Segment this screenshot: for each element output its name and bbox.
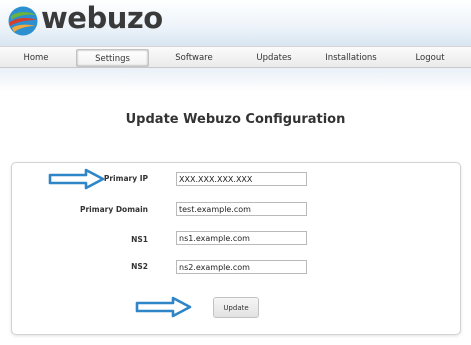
ns1-label: NS1	[131, 235, 148, 244]
brand-name: webuzo	[41, 1, 163, 35]
ns2-input[interactable]	[176, 260, 307, 274]
webuzo-logo-icon	[8, 6, 38, 36]
ns2-label: NS2	[131, 262, 148, 271]
primary-domain-input[interactable]	[176, 202, 307, 216]
page-title: Update Webuzo Configuration	[125, 112, 346, 127]
right-arrow-icon	[135, 296, 192, 318]
nav-item-installations[interactable]: Installations	[318, 49, 384, 67]
nav-item-settings[interactable]: Settings	[76, 49, 149, 67]
header: webuzo	[0, 0, 471, 46]
primary-ip-input[interactable]	[176, 172, 307, 186]
header-band	[0, 68, 471, 92]
primary-domain-label: Primary Domain	[79, 205, 148, 214]
ns1-input[interactable]	[176, 231, 307, 245]
main-navigation: Home Settings Software Updates Installat…	[0, 46, 471, 68]
update-button[interactable]: Update	[213, 297, 259, 318]
nav-item-home[interactable]: Home	[13, 49, 59, 67]
nav-item-software[interactable]: Software	[166, 49, 222, 67]
nav-item-logout[interactable]: Logout	[405, 49, 455, 67]
right-arrow-icon	[48, 168, 105, 190]
nav-item-updates[interactable]: Updates	[246, 49, 302, 67]
